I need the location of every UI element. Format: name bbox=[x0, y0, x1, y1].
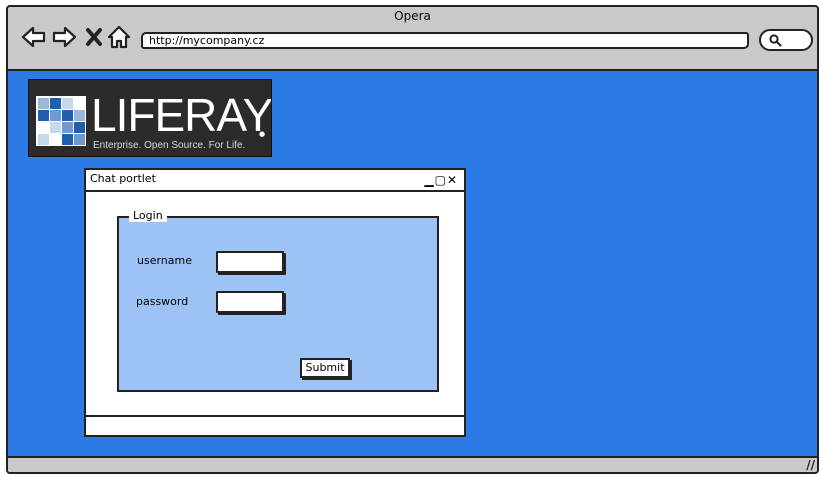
portlet-footer bbox=[86, 415, 464, 435]
logo-mosaic-icon bbox=[36, 96, 86, 146]
page-content: LIFERAY ● Enterprise. Open Source. For L… bbox=[8, 69, 817, 458]
password-label: password bbox=[136, 295, 189, 308]
back-icon[interactable] bbox=[20, 23, 48, 51]
close-icon[interactable]: ✕ bbox=[447, 173, 458, 187]
submit-button[interactable]: Submit bbox=[300, 358, 350, 378]
resize-grip-icon[interactable]: // bbox=[806, 458, 815, 472]
minimize-icon[interactable]: ▁ bbox=[424, 173, 434, 187]
forward-icon[interactable] bbox=[50, 23, 78, 51]
stop-icon[interactable] bbox=[80, 23, 108, 51]
search-icon bbox=[769, 34, 782, 47]
portlet-window-controls: ▁▢✕ bbox=[424, 171, 458, 189]
home-icon[interactable] bbox=[105, 23, 133, 51]
username-label: username bbox=[137, 254, 192, 267]
login-fieldset: Login username password Submit bbox=[117, 209, 439, 392]
search-field[interactable] bbox=[759, 29, 813, 51]
address-bar[interactable]: http://mycompany.cz bbox=[141, 32, 749, 49]
logo-wordmark: LIFERAY bbox=[91, 89, 272, 141]
password-input[interactable] bbox=[216, 291, 284, 313]
window-title: Opera bbox=[394, 9, 431, 23]
logo-tagline: Enterprise. Open Source. For Life. bbox=[93, 140, 246, 151]
login-legend: Login bbox=[129, 209, 167, 222]
username-input[interactable] bbox=[216, 251, 284, 273]
portlet-title: Chat portlet bbox=[90, 172, 156, 185]
maximize-icon[interactable]: ▢ bbox=[435, 173, 447, 187]
registered-mark-icon: ● bbox=[259, 130, 266, 138]
liferay-logo[interactable]: LIFERAY ● Enterprise. Open Source. For L… bbox=[28, 79, 272, 157]
browser-window: Opera http://mycompany.cz LIFERAY ● Ente… bbox=[6, 5, 819, 474]
status-bar: // bbox=[8, 458, 817, 472]
chat-portlet: Chat portlet ▁▢✕ Login username password… bbox=[84, 168, 466, 437]
portlet-header: Chat portlet ▁▢✕ bbox=[86, 170, 464, 192]
